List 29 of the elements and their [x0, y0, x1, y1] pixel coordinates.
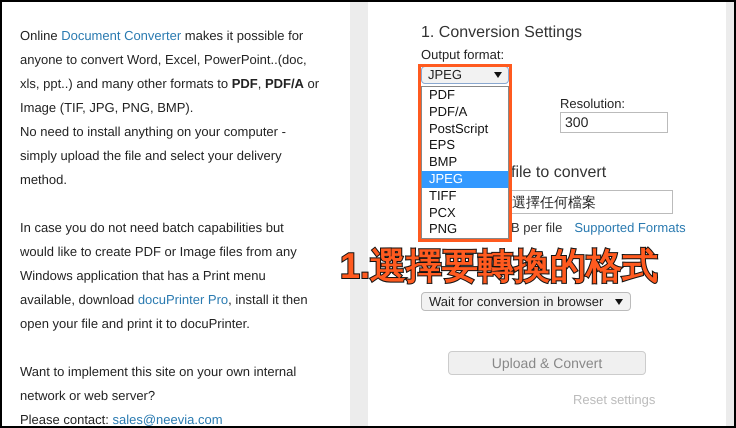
file-field[interactable]: 選擇任何檔案 — [510, 190, 673, 214]
supported-formats-link[interactable]: Supported Formats — [574, 218, 686, 238]
text-link[interactable]: docuPrinter Pro — [138, 292, 228, 307]
resolution-field[interactable]: 300 — [560, 112, 668, 133]
intro-paragraph: In case you do not need batch capabilities but would like to create PDF or Image files from any Windows application that has a Print menu available, download docuPrinter Pro, install it then open your file and print it to docuPrinter. — [20, 219, 309, 333]
caret-icon — [615, 298, 623, 304]
section-heading: 1. Conversion Settings — [421, 23, 582, 43]
format-select[interactable]: JPEG — [421, 66, 509, 84]
text-link[interactable]: sales@neevia.com — [112, 412, 223, 426]
field-label: Resolution: — [560, 96, 626, 112]
dropdown-option[interactable]: BMP — [422, 154, 508, 171]
dropdown-option[interactable]: EPS — [422, 137, 508, 154]
dropdown-option[interactable]: PDF/A — [422, 104, 508, 121]
section-heading: file to convert — [511, 163, 606, 183]
intro-paragraph: Online Document Converter makes it possible for anyone to convert Word, Excel, PowerPoint..(doc, xls, ppt..) and many other formats to PDF, PDF/A or Image (TIF, JPG, PNG, BMP). — [20, 27, 320, 117]
intro-paragraph: Please contact: sales@neevia.com — [20, 411, 224, 426]
annotation-caption: 1.選擇要轉換的格式 — [340, 244, 658, 288]
dropdown-option[interactable]: PNG — [422, 221, 508, 238]
intro-paragraph: No need to install anything on your computer - simply upload the file and select your delivery method. — [20, 123, 287, 189]
delivery-select[interactable]: Wait for conversion in browser — [421, 292, 631, 311]
intro-paragraph: Want to implement this site on your own internal network or web server? — [20, 363, 298, 405]
caret-icon — [494, 72, 502, 78]
field-label: Output format: — [421, 47, 504, 63]
dropdown-option[interactable]: PostScript — [422, 120, 508, 138]
dropdown-option[interactable]: PCX — [422, 204, 508, 222]
dropdown-option[interactable]: PDF — [422, 87, 508, 104]
dropdown-option[interactable]: TIFF — [422, 188, 508, 205]
text-link[interactable]: Document Converter — [61, 28, 182, 43]
size-note: B per file — [511, 219, 562, 237]
